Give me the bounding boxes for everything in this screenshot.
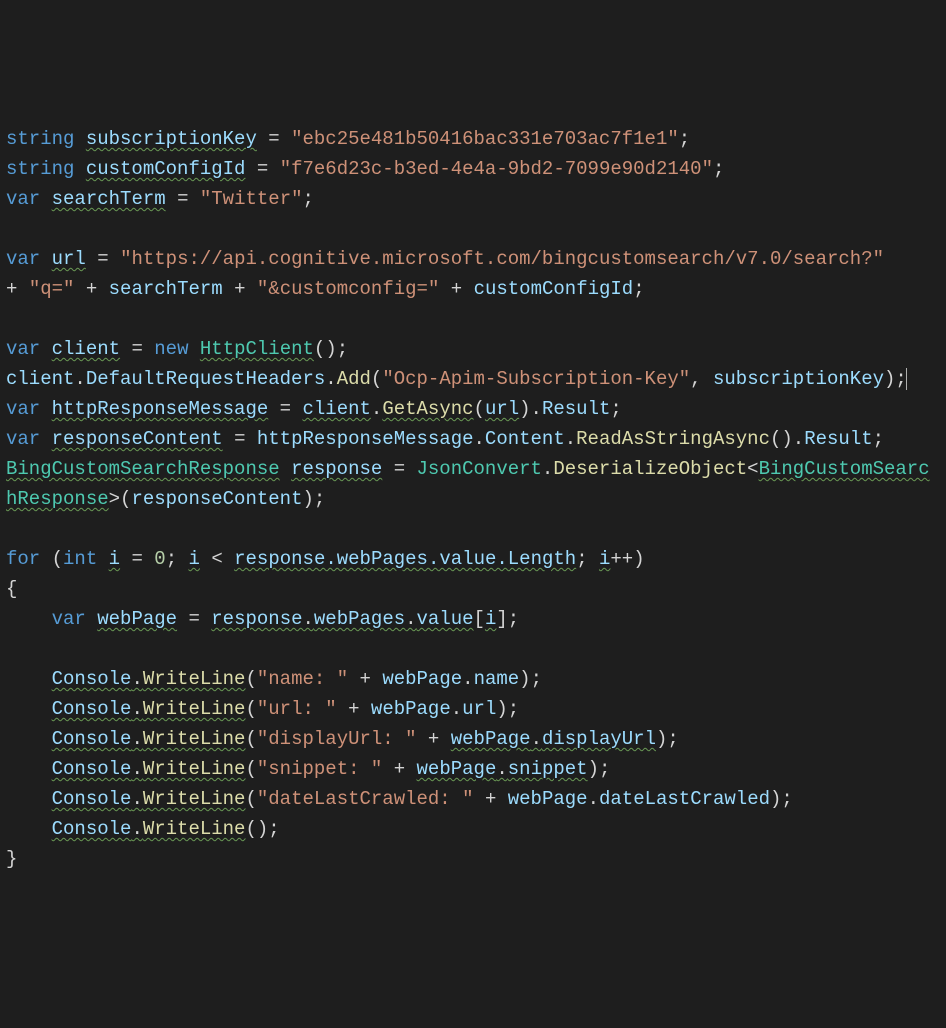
var-client: client xyxy=(52,338,120,360)
type-Console: Console xyxy=(52,788,132,810)
method-WriteLine: WriteLine xyxy=(143,698,246,720)
var-ref: searchTerm xyxy=(109,278,223,300)
keyword-new: new xyxy=(154,338,188,360)
string-literal: "https://api.cognitive.microsoft.com/bin… xyxy=(120,248,884,270)
prop-ref: name xyxy=(474,668,520,690)
type-BingCustomSearchResponse: BingCustomSearchResponse xyxy=(6,458,280,480)
text-cursor xyxy=(906,368,907,390)
keyword-var: var xyxy=(6,248,40,270)
prop-ref: dateLastCrawled xyxy=(599,788,770,810)
string-literal: "f7e6d23c-b3ed-4e4a-9bd2-7099e90d2140" xyxy=(280,158,713,180)
var-httpResponseMessage: httpResponseMessage xyxy=(52,398,269,420)
keyword-for: for xyxy=(6,548,40,570)
type-Console: Console xyxy=(52,668,132,690)
code-editor-content[interactable]: string subscriptionKey = "ebc25e481b5041… xyxy=(6,124,940,874)
string-literal: "Ocp-Apim-Subscription-Key" xyxy=(382,368,690,390)
string-literal: "dateLastCrawled: " xyxy=(257,788,474,810)
prop-ref: url xyxy=(462,698,496,720)
var-ref: httpResponseMessage xyxy=(257,428,474,450)
var-ref: i xyxy=(189,548,200,570)
method-WriteLine: WriteLine xyxy=(143,758,246,780)
keyword-var: var xyxy=(6,188,40,210)
type-HttpClient: HttpClient xyxy=(200,338,314,360)
prop-ref: displayUrl xyxy=(542,728,656,750)
type-JsonConvert: JsonConvert xyxy=(417,458,542,480)
method-DeserializeObject: DeserializeObject xyxy=(553,458,747,480)
type-Console: Console xyxy=(52,818,132,840)
var-subscriptionKey: subscriptionKey xyxy=(86,128,257,150)
var-ref: webPage xyxy=(451,728,531,750)
keyword-var: var xyxy=(52,608,86,630)
method-GetAsync: GetAsync xyxy=(382,398,473,420)
var-ref: client xyxy=(302,398,370,420)
method-WriteLine: WriteLine xyxy=(143,668,246,690)
type-Console: Console xyxy=(52,698,132,720)
var-searchTerm: searchTerm xyxy=(52,188,166,210)
var-ref: webPage xyxy=(371,698,451,720)
keyword-int: int xyxy=(63,548,97,570)
keyword-string: string xyxy=(6,128,74,150)
keyword-var: var xyxy=(6,398,40,420)
var-ref: webPage xyxy=(382,668,462,690)
var-ref: webPage xyxy=(508,788,588,810)
string-literal: "&customconfig=" xyxy=(257,278,439,300)
var-ref: client xyxy=(6,368,74,390)
prop-ref: Content xyxy=(485,428,565,450)
string-literal: "snippet: " xyxy=(257,758,382,780)
var-i: i xyxy=(109,548,120,570)
var-ref: i xyxy=(599,548,610,570)
var-customConfigId: customConfigId xyxy=(86,158,246,180)
string-literal: "name: " xyxy=(257,668,348,690)
string-literal: "q=" xyxy=(29,278,75,300)
string-literal: "displayUrl: " xyxy=(257,728,417,750)
keyword-string: string xyxy=(6,158,74,180)
var-ref: subscriptionKey xyxy=(713,368,884,390)
method-WriteLine: WriteLine xyxy=(143,818,246,840)
var-ref: responseContent xyxy=(131,488,302,510)
prop-ref: Result xyxy=(542,398,610,420)
var-responseContent: responseContent xyxy=(52,428,223,450)
var-ref: i xyxy=(485,608,496,630)
prop-ref: snippet xyxy=(508,758,588,780)
var-url: url xyxy=(52,248,86,270)
number-literal: 0 xyxy=(154,548,165,570)
type-Console: Console xyxy=(52,728,132,750)
var-ref: customConfigId xyxy=(474,278,634,300)
var-ref: url xyxy=(485,398,519,420)
var-response: response xyxy=(291,458,382,480)
prop-ref: Result xyxy=(804,428,872,450)
method-Add: Add xyxy=(337,368,371,390)
prop-ref: webPages xyxy=(314,608,405,630)
string-literal: "Twitter" xyxy=(200,188,303,210)
prop-path: response.webPages.value.Length xyxy=(234,548,576,570)
var-ref: response xyxy=(211,608,302,630)
string-literal: "ebc25e481b50416bac331e703ac7f1e1" xyxy=(291,128,679,150)
method-ReadAsStringAsync: ReadAsStringAsync xyxy=(576,428,770,450)
var-webPage: webPage xyxy=(97,608,177,630)
type-Console: Console xyxy=(52,758,132,780)
method-WriteLine: WriteLine xyxy=(143,728,246,750)
keyword-var: var xyxy=(6,428,40,450)
prop-ref: value xyxy=(417,608,474,630)
method-WriteLine: WriteLine xyxy=(143,788,246,810)
keyword-var: var xyxy=(6,338,40,360)
prop-ref: DefaultRequestHeaders xyxy=(86,368,325,390)
var-ref: webPage xyxy=(417,758,497,780)
string-literal: "url: " xyxy=(257,698,337,720)
